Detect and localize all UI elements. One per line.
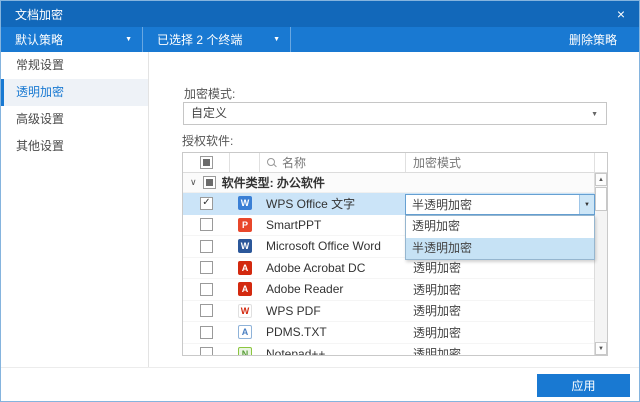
name-column-header: 名称 xyxy=(282,154,306,171)
mode-cell[interactable]: 透明加密 xyxy=(406,259,594,276)
adobe-reader-icon: A xyxy=(238,282,252,296)
encryption-mode-select[interactable]: 自定义 ▼ xyxy=(183,102,607,125)
scroll-down-icon[interactable]: ▼ xyxy=(595,342,607,355)
sidebar-item-general[interactable]: 常规设置 xyxy=(1,52,148,79)
row-checkbox[interactable] xyxy=(200,240,213,253)
policy-selector[interactable]: 默认策略 ▼ xyxy=(1,27,143,52)
mode-combobox[interactable]: 半透明加密 ▼ xyxy=(405,194,595,215)
mode-cell[interactable]: 透明加密 xyxy=(406,302,594,319)
mode-column-header: 加密模式 xyxy=(406,153,595,172)
mode-dropdown-popup: 透明加密 半透明加密 xyxy=(405,215,595,260)
encryption-mode-value: 自定义 xyxy=(191,106,227,120)
table-row[interactable]: N Notepad++ 透明加密 xyxy=(183,344,594,357)
table-row[interactable]: A Adobe Reader 透明加密 xyxy=(183,279,594,301)
terminal-selector[interactable]: 已选择 2 个终端 ▼ xyxy=(143,27,291,52)
row-checkbox[interactable] xyxy=(200,347,213,356)
header-checkbox-cell xyxy=(183,153,230,172)
wps-pdf-icon: W xyxy=(238,304,252,318)
mode-combobox-value: 半透明加密 xyxy=(412,196,472,213)
adobe-acrobat-icon: A xyxy=(238,261,252,275)
sidebar-item-other[interactable]: 其他设置 xyxy=(1,133,148,160)
combobox-caret-icon[interactable]: ▼ xyxy=(579,195,594,214)
software-name: WPS Office 文字 xyxy=(260,195,406,212)
software-name: WPS PDF xyxy=(260,304,406,318)
row-checkbox[interactable] xyxy=(200,261,213,274)
settings-sidebar: 常规设置 透明加密 高级设置 其他设置 xyxy=(1,52,149,367)
software-name: SmartPPT xyxy=(260,218,406,232)
smartppt-icon: P xyxy=(238,218,252,232)
encryption-mode-label: 加密模式: xyxy=(184,85,235,102)
text-file-icon: A xyxy=(238,325,252,339)
document-encryption-dialog: 文档加密 × 默认策略 ▼ 已选择 2 个终端 ▼ 删除策略 常规设置 透明加密… xyxy=(0,0,640,402)
software-name: Microsoft Office Word xyxy=(260,239,406,253)
caret-down-icon: ▼ xyxy=(273,36,280,43)
mode-cell[interactable]: 透明加密 xyxy=(406,281,594,298)
select-all-checkbox[interactable] xyxy=(200,156,213,169)
apply-button[interactable]: 应用 xyxy=(537,374,630,397)
policy-toolbar: 默认策略 ▼ 已选择 2 个终端 ▼ 删除策略 xyxy=(1,27,639,52)
ms-word-icon: W xyxy=(238,239,252,253)
row-checkbox[interactable] xyxy=(200,283,213,296)
dropdown-option-selected[interactable]: 半透明加密 xyxy=(406,238,594,260)
header-scrollbar-cell xyxy=(595,153,607,172)
close-icon[interactable]: × xyxy=(613,7,629,21)
scrollbar-thumb[interactable] xyxy=(595,187,607,211)
authorized-software-label: 授权软件: xyxy=(182,132,233,149)
table-row[interactable]: W WPS PDF 透明加密 xyxy=(183,301,594,323)
dialog-footer: 应用 xyxy=(1,367,639,401)
toolbar-spacer xyxy=(291,27,569,52)
wps-writer-icon: W xyxy=(238,196,252,210)
mode-cell[interactable]: 透明加密 xyxy=(406,345,594,356)
caret-down-icon: ▼ xyxy=(591,111,598,118)
sidebar-item-transparent-encryption[interactable]: 透明加密 xyxy=(1,79,148,106)
header-name-cell: 名称 xyxy=(260,153,406,172)
search-icon[interactable] xyxy=(267,158,277,168)
row-checkbox[interactable] xyxy=(200,326,213,339)
terminal-selector-label: 已选择 2 个终端 xyxy=(157,31,242,48)
chevron-down-icon[interactable]: ∨ xyxy=(190,178,197,187)
software-group-row[interactable]: ∨ 软件类型: 办公软件 xyxy=(183,173,594,193)
table-row[interactable]: A PDMS.TXT 透明加密 xyxy=(183,322,594,344)
software-name: Adobe Reader xyxy=(260,282,406,296)
sidebar-item-advanced[interactable]: 高级设置 xyxy=(1,106,148,133)
scroll-up-icon[interactable]: ▲ xyxy=(595,173,607,186)
software-name: PDMS.TXT xyxy=(260,325,406,339)
delete-policy-button[interactable]: 删除策略 xyxy=(569,27,639,52)
dropdown-option[interactable]: 透明加密 xyxy=(406,216,594,238)
row-checkbox[interactable] xyxy=(200,218,213,231)
group-label: 软件类型: 办公软件 xyxy=(222,174,325,191)
group-checkbox[interactable] xyxy=(203,176,216,189)
row-checkbox[interactable] xyxy=(200,304,213,317)
table-row[interactable]: A Adobe Acrobat DC 透明加密 xyxy=(183,258,594,280)
table-scrollbar[interactable]: ▲ ▼ xyxy=(594,173,607,355)
table-header: 名称 加密模式 xyxy=(183,153,607,173)
software-name: Notepad++ xyxy=(260,347,406,356)
dialog-title: 文档加密 xyxy=(15,6,63,23)
titlebar: 文档加密 × xyxy=(1,1,639,27)
header-icon-cell xyxy=(230,153,260,172)
notepad-plus-plus-icon: N xyxy=(238,347,252,356)
policy-selector-label: 默认策略 xyxy=(15,31,63,48)
row-checkbox[interactable]: ✓ xyxy=(200,197,213,210)
software-name: Adobe Acrobat DC xyxy=(260,261,406,275)
caret-down-icon: ▼ xyxy=(125,36,132,43)
mode-cell[interactable]: 透明加密 xyxy=(406,324,594,341)
